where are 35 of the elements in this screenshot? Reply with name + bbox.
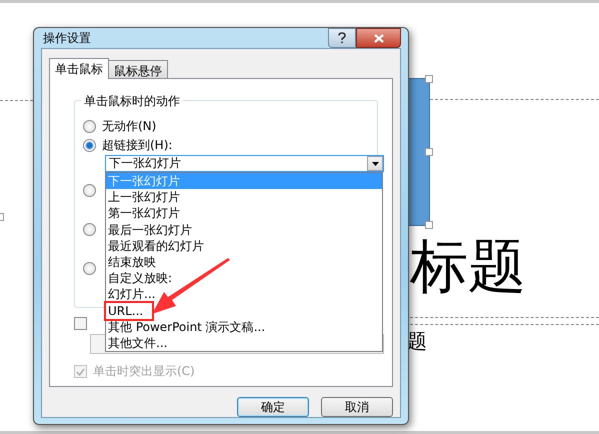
- dropdown-item[interactable]: 上一张幻灯片: [106, 189, 382, 206]
- radio-button[interactable]: [83, 120, 96, 133]
- dialog-button[interactable]: 确定: [237, 397, 309, 417]
- help-button[interactable]: [328, 28, 356, 48]
- dropdown-item[interactable]: 幻灯片...: [106, 286, 382, 302]
- radio-button[interactable]: [83, 184, 96, 197]
- radio-button[interactable]: [83, 223, 96, 236]
- dropdown-item[interactable]: 结束放映: [106, 254, 382, 270]
- checkbox[interactable]: [74, 317, 87, 330]
- window-title: 操作设置: [42, 30, 91, 46]
- group-title: 单击鼠标时的动作: [81, 93, 183, 110]
- radio-button[interactable]: [83, 262, 96, 275]
- radio-label[interactable]: 超链接到(H):: [102, 137, 172, 154]
- slide-subtitle: 题: [407, 328, 427, 355]
- resize-handle[interactable]: [425, 148, 433, 156]
- dropdown-item[interactable]: 最近观看的幻灯片: [106, 238, 382, 254]
- slide-title: 标题: [410, 231, 526, 302]
- help-icon: [338, 32, 346, 44]
- dialog-button[interactable]: 取消: [321, 397, 393, 417]
- tab[interactable]: 单击鼠标: [49, 58, 109, 79]
- dropdown-item[interactable]: 其他 PowerPoint 演示文稿...: [106, 318, 382, 335]
- dropdown-item[interactable]: 其他文件...: [106, 334, 382, 352]
- dropdown-item[interactable]: 最后一张幻灯片: [106, 222, 382, 238]
- resize-handle[interactable]: [425, 221, 433, 229]
- dropdown-item[interactable]: 自定义放映:: [106, 270, 382, 286]
- dropdown-item[interactable]: 第一张幻灯片: [106, 205, 382, 222]
- dropdown-item[interactable]: URL...: [106, 302, 152, 319]
- link-dropdown[interactable]: 下一张幻灯片: [105, 155, 384, 172]
- caret-icon: [372, 162, 378, 166]
- close-button[interactable]: [356, 28, 401, 48]
- close-icon: [374, 34, 384, 42]
- radio-button[interactable]: [83, 139, 96, 152]
- radio-label[interactable]: 无动作(N): [102, 118, 156, 135]
- resize-handle[interactable]: [425, 75, 433, 83]
- tab[interactable]: 鼠标悬停: [108, 60, 168, 78]
